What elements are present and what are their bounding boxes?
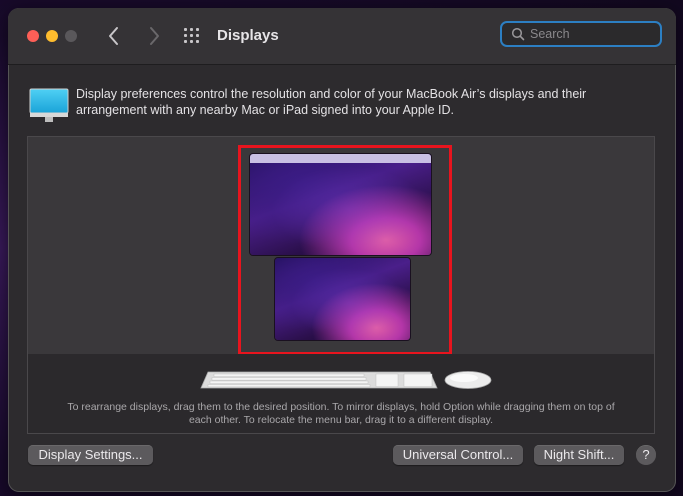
chevron-right-icon[interactable] [144,23,164,49]
secondary-display-thumbnail[interactable] [275,258,410,340]
arrangement-hint: To rearrange displays, drag them to the … [67,401,615,426]
display-settings-button[interactable]: Display Settings... [28,445,153,465]
search-icon [511,27,525,41]
keyboard-icon [200,371,438,389]
mouse-icon [444,371,492,389]
titlebar: Displays [8,8,676,65]
search-field[interactable] [500,21,662,47]
window-title: Displays [217,27,279,44]
help-button[interactable]: ? [636,445,656,465]
search-input[interactable] [530,25,652,43]
main-display-thumbnail[interactable] [250,154,431,255]
chevron-left-icon[interactable] [104,23,124,49]
menu-bar-handle[interactable] [250,154,431,163]
universal-control-button[interactable]: Universal Control... [393,445,523,465]
grid-icon[interactable] [184,28,202,44]
monitor-icon [29,88,69,122]
minimize-button[interactable] [46,30,58,42]
night-shift-button[interactable]: Night Shift... [534,445,624,465]
zoom-button[interactable] [65,30,77,42]
system-preferences-window: Displays Display preferences control the… [8,8,676,492]
close-button[interactable] [27,30,39,42]
description-text: Display preferences control the resoluti… [76,87,587,117]
